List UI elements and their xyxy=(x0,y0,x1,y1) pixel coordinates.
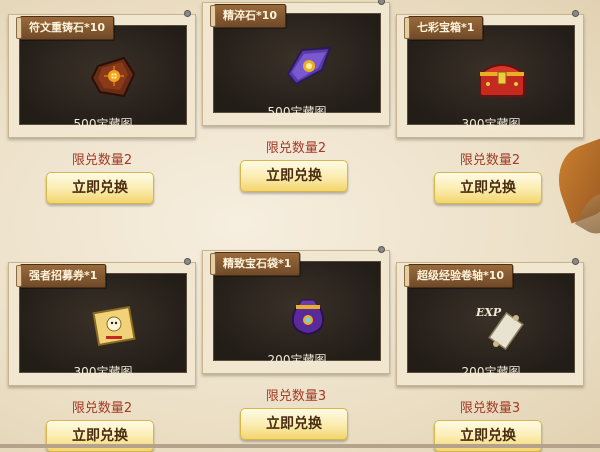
recruit-scroll-icon xyxy=(92,305,136,347)
price-label: 500宝藏图 xyxy=(267,105,327,119)
pin-icon xyxy=(184,258,191,265)
exp-scroll-icon: EXP xyxy=(475,306,524,350)
exchange-button[interactable]: 立即兑换 xyxy=(240,408,348,440)
limit-label: 限兑数量2 xyxy=(265,141,327,156)
price-label: 200宝藏图 xyxy=(461,365,521,379)
purple-crystal-icon xyxy=(286,46,332,86)
item-name-tag: 超级经验卷轴*10 xyxy=(403,264,514,288)
rune-stone-icon xyxy=(90,56,136,98)
item-panel xyxy=(213,13,381,113)
exchange-button[interactable]: 立即兑换 xyxy=(46,172,154,204)
price-label: 200宝藏图 xyxy=(267,353,327,367)
item-panel xyxy=(19,273,187,373)
limit-label: 限兑数量2 xyxy=(71,401,133,416)
item-panel xyxy=(19,25,187,125)
limit-label: 限兑数量2 xyxy=(71,153,133,168)
item-name-tag: 符文重铸石*10 xyxy=(15,16,115,40)
pin-icon xyxy=(378,246,385,253)
item-name-tag: 精淬石*10 xyxy=(209,4,287,28)
treasure-chest-icon xyxy=(477,64,527,97)
svg-text:EXP: EXP xyxy=(475,306,502,319)
item-name-tag: 七彩宝箱*1 xyxy=(403,16,484,40)
limit-label: 限兑数量3 xyxy=(459,401,521,416)
price-label: 300宝藏图 xyxy=(461,117,521,131)
exchange-button[interactable]: 立即兑换 xyxy=(434,172,542,204)
limit-label: 限兑数量3 xyxy=(265,389,327,404)
item-name-tag: 强者招募券*1 xyxy=(15,264,107,288)
limit-label: 限兑数量2 xyxy=(459,153,521,168)
price-label: 500宝藏图 xyxy=(73,117,133,131)
item-panel: EXP xyxy=(407,273,575,373)
item-panel xyxy=(213,261,381,361)
pin-icon xyxy=(572,258,579,265)
pin-icon xyxy=(572,10,579,17)
item-panel xyxy=(407,25,575,125)
price-label: 300宝藏图 xyxy=(73,365,133,379)
item-name-tag: 精致宝石袋*1 xyxy=(209,252,301,276)
exchange-button[interactable]: 立即兑换 xyxy=(240,160,348,192)
bottom-bar xyxy=(0,444,600,448)
pin-icon xyxy=(184,10,191,17)
gem-bag-icon xyxy=(292,299,324,336)
